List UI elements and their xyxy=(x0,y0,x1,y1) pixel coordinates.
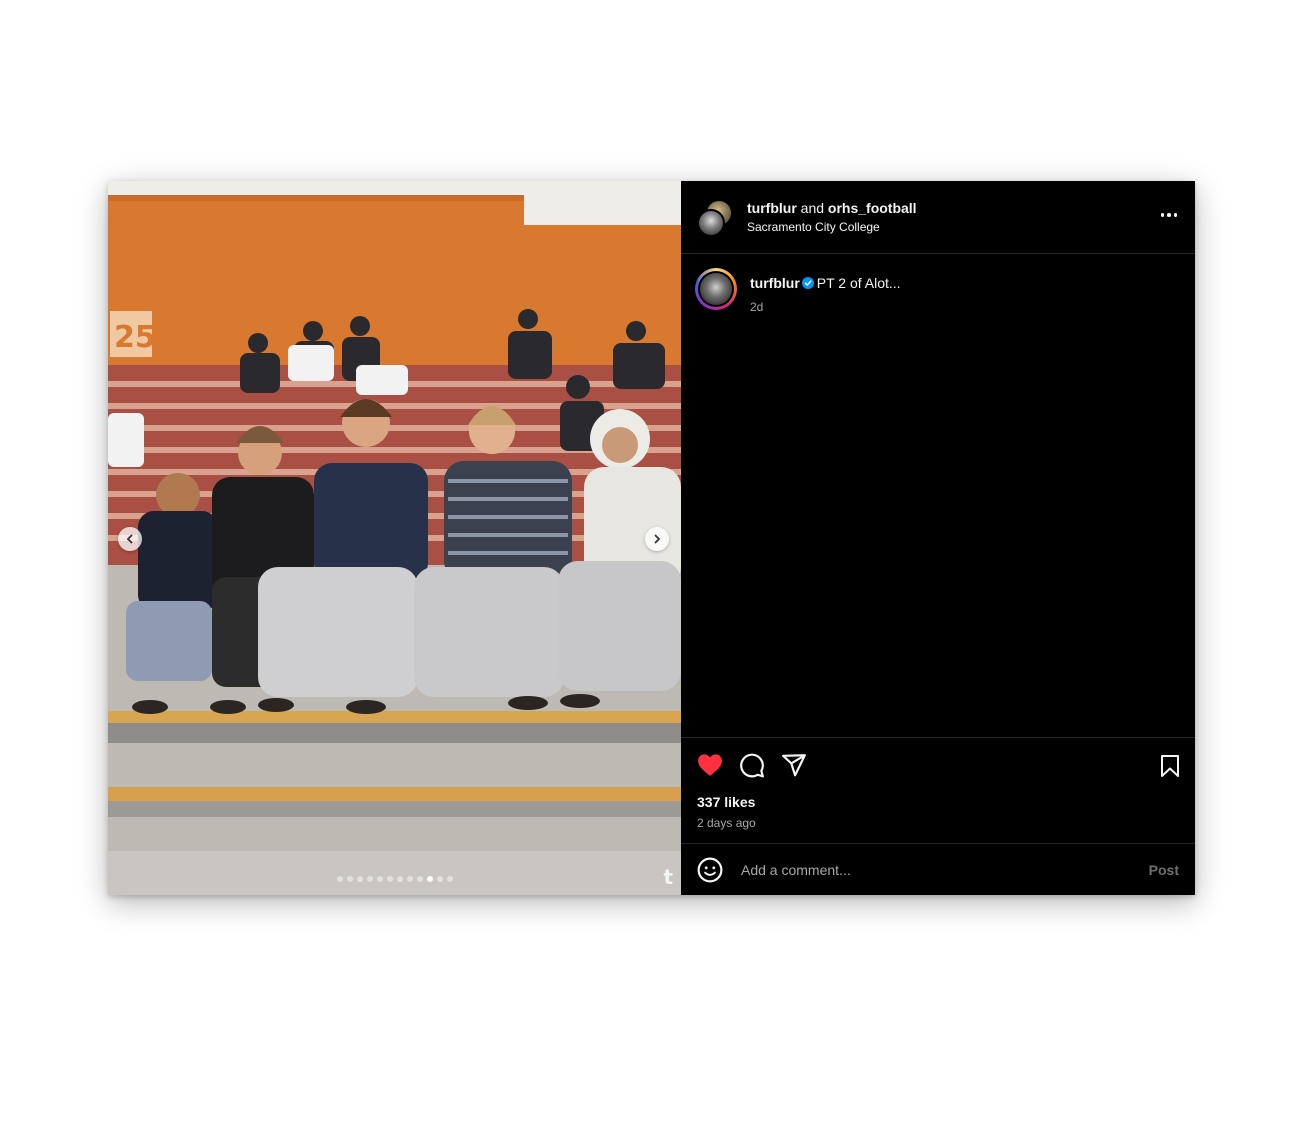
caption-time: 2d xyxy=(750,300,764,314)
caption: turfblur PT 2 of Alot... 2d xyxy=(695,268,1181,314)
caption-username[interactable]: turfblur xyxy=(750,275,800,291)
carousel-dot xyxy=(406,876,413,882)
emoji-icon xyxy=(697,857,723,882)
comment-icon xyxy=(740,753,764,778)
post-location[interactable]: Sacramento City College xyxy=(747,219,917,235)
carousel-dot xyxy=(416,876,423,882)
share-icon xyxy=(782,754,806,777)
post-photo: 25 xyxy=(108,181,681,895)
carousel-dot xyxy=(346,876,353,882)
avatar-story-ring[interactable] xyxy=(695,268,737,310)
carousel-indicator xyxy=(108,876,681,882)
carousel-dot xyxy=(376,876,383,882)
carousel-dot xyxy=(436,876,443,882)
like-count[interactable]: 337 likes xyxy=(697,794,1179,810)
verified-badge-icon xyxy=(801,277,814,289)
share-button[interactable] xyxy=(781,753,807,777)
carousel-dot xyxy=(446,876,453,882)
heart-icon xyxy=(698,754,722,776)
carousel-dot xyxy=(396,876,403,882)
bookmark-icon xyxy=(1161,755,1179,777)
post-header: turfblur and orhs_football Sacramento Ci… xyxy=(681,181,1195,254)
carousel-dot xyxy=(426,876,433,882)
author-username[interactable]: turfblur xyxy=(747,200,797,216)
post-comment-button[interactable]: Post xyxy=(1149,862,1179,878)
carousel-dot xyxy=(366,876,373,882)
post-date: 2 days ago xyxy=(697,816,756,830)
chevron-right-icon xyxy=(654,534,661,544)
photographer-watermark: t xyxy=(663,865,673,889)
carousel-dot xyxy=(386,876,393,882)
comment-button[interactable] xyxy=(739,752,765,778)
caption-text: PT 2 of Alot... xyxy=(816,275,901,291)
svg-text:25: 25 xyxy=(114,320,156,355)
avatar xyxy=(700,273,732,305)
carousel-dot xyxy=(356,876,363,882)
like-button[interactable] xyxy=(697,753,723,777)
previous-slide-button[interactable] xyxy=(118,527,142,551)
comments-section: turfblur PT 2 of Alot... 2d xyxy=(681,254,1195,737)
post-sidebar: turfblur and orhs_football Sacramento Ci… xyxy=(681,181,1195,895)
collab-avatars[interactable] xyxy=(697,199,733,237)
collaborator-username[interactable]: orhs_football xyxy=(828,200,917,216)
post-media: 25 t xyxy=(108,181,681,895)
carousel-dot xyxy=(336,876,343,882)
post-actions: 337 likes 2 days ago xyxy=(681,737,1195,843)
collab-connector: and xyxy=(800,200,825,216)
avatar xyxy=(697,209,725,237)
save-button[interactable] xyxy=(1159,754,1181,778)
chevron-left-icon xyxy=(126,534,133,544)
add-comment-bar: Post xyxy=(681,843,1195,895)
more-icon xyxy=(1160,213,1164,217)
post-modal: 25 t turfblur and orhs_football Sacramen… xyxy=(108,181,1195,895)
more-options-button[interactable] xyxy=(1160,207,1177,223)
next-slide-button[interactable] xyxy=(645,527,669,551)
comment-input[interactable] xyxy=(739,860,1141,879)
emoji-button[interactable] xyxy=(697,857,723,883)
